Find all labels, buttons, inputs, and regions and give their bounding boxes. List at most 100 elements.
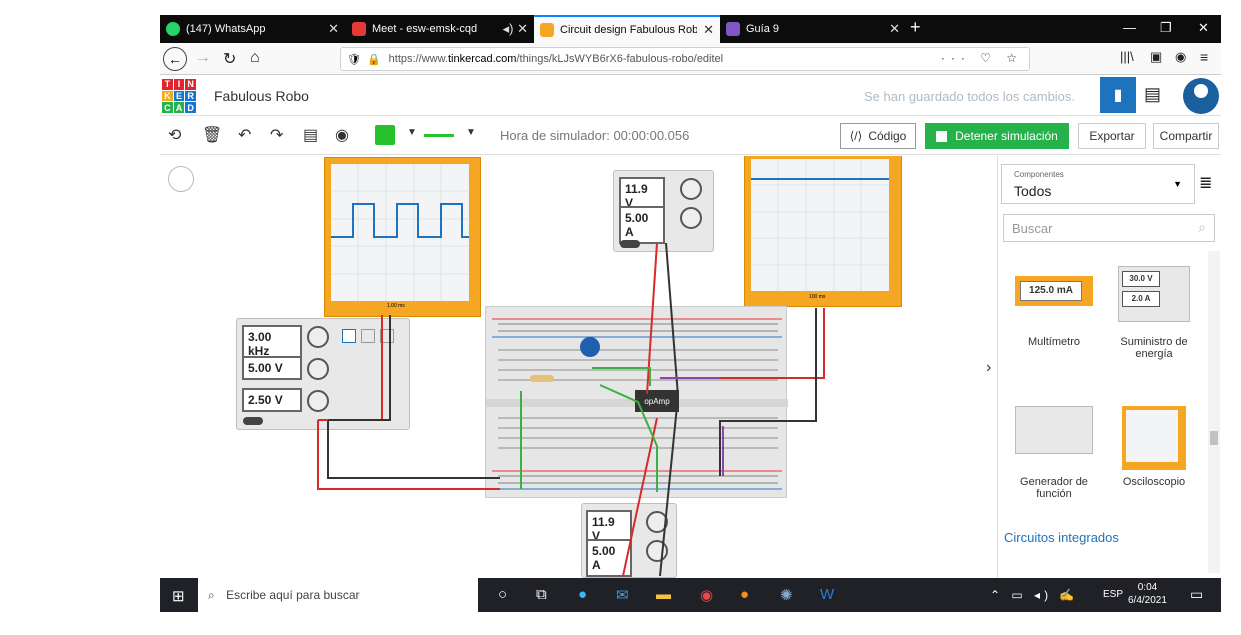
redo-icon[interactable]: ↷	[270, 125, 283, 145]
color-swatch[interactable]	[375, 125, 395, 145]
minimize-icon[interactable]: —	[1123, 20, 1136, 35]
wire-black-osc-right	[719, 308, 817, 476]
windows-taskbar: ⊞ ⌕ Escribe aquí para buscar ○ ⧉ ● ✉ ▬ ◉…	[160, 578, 1221, 612]
multimeter-display: 125.0 mA	[1020, 281, 1082, 301]
back-arrow-icon[interactable]: ←	[163, 47, 187, 71]
circuit-canvas[interactable]: 1.00 ms 3.00 kHz 5.00 V 2.50 V 11.9 V 5.…	[160, 156, 996, 578]
wire-black-left	[327, 420, 500, 479]
list-view-icon[interactable]: ▤	[1144, 84, 1161, 105]
component-power-supply[interactable]: 30.0 V 2.0 A Suministro de energía	[1108, 266, 1200, 360]
components-panel: › Componentes Todos ▼ ≣ Buscar ⌕ 125.0 m…	[986, 156, 1221, 578]
library-icon[interactable]: |||\	[1120, 49, 1134, 64]
wire-black-osc-left	[328, 315, 391, 421]
export-button[interactable]: Exportar	[1078, 123, 1146, 149]
classroom-icon	[726, 22, 740, 36]
screen: (147) WhatsApp ✕ Meet - esw-emsk-cqd ◂) …	[160, 15, 1221, 612]
tinkercad-icon	[540, 23, 554, 37]
close-tab-icon[interactable]: ✕	[889, 21, 900, 37]
components-select[interactable]: Componentes Todos ▼	[1001, 164, 1195, 204]
system-tray[interactable]: ⌃ ▭ ◂) ✍	[990, 588, 1078, 602]
stop-icon	[936, 130, 948, 142]
app-header: T I N K E R C A D Fabulous Robo Se han g…	[160, 76, 1221, 116]
sidebar-icon[interactable]: ▣	[1150, 49, 1162, 65]
sim-time: Hora de simulador: 00:00:00.056	[500, 128, 690, 143]
wire-red-top	[646, 242, 658, 395]
explorer-icon[interactable]: ▬	[656, 586, 671, 603]
reload-icon[interactable]: ↻	[223, 49, 236, 69]
wire-black-top	[659, 242, 680, 577]
tab-tinkercad[interactable]: Circuit design Fabulous Robo | ✕	[534, 15, 720, 43]
saved-status: Se han guardado todos los cambios.	[864, 89, 1076, 104]
notes-icon[interactable]: ▤	[303, 125, 318, 145]
chrome-icon[interactable]: ◉	[700, 586, 713, 604]
task-view-icon[interactable]: ⧉	[536, 586, 547, 603]
url-prefix: https://www.	[388, 53, 448, 65]
share-button[interactable]: Compartir	[1153, 123, 1219, 149]
close-tab-icon[interactable]: ✕	[703, 22, 714, 38]
wires	[317, 242, 825, 577]
tab-whatsapp[interactable]: (147) WhatsApp ✕	[160, 15, 345, 43]
wire-green-mid	[599, 384, 658, 492]
word-icon[interactable]: W	[820, 586, 834, 603]
network-app-icon[interactable]: ✺	[780, 586, 793, 604]
browser-tab-bar: (147) WhatsApp ✕ Meet - esw-emsk-cqd ◂) …	[160, 15, 1221, 43]
whatsapp-icon	[166, 22, 180, 36]
component-multimeter[interactable]: 125.0 mA Multímetro	[1008, 276, 1100, 348]
component-function-generator[interactable]: Generador de función	[1008, 406, 1100, 500]
home-icon[interactable]: ⌂	[250, 49, 260, 67]
windows-start-icon[interactable]: ⊞	[172, 587, 185, 605]
close-window-icon[interactable]: ✕	[1198, 20, 1209, 36]
wire-green-top	[592, 367, 651, 386]
cortana-icon[interactable]: ○	[498, 586, 507, 603]
firefox-icon[interactable]: ●	[740, 586, 749, 603]
search-icon: ⌕	[1198, 219, 1206, 235]
undo-icon[interactable]: ↶	[238, 125, 251, 145]
menu-icon[interactable]: ≡	[1200, 49, 1208, 65]
clock[interactable]: 0:04 6/4/2021	[1128, 581, 1167, 607]
forward-arrow-icon[interactable]: →	[195, 49, 211, 67]
tab-guia9[interactable]: Guía 9 ✕	[720, 15, 906, 43]
tinkercad-logo[interactable]: T I N K E R C A D	[162, 79, 196, 113]
editor-toolbar: ⟲ 🗑 ↶ ↷ ▤ ◉ ▼ ▼ Hora de simulador: 00:00…	[160, 117, 1221, 155]
section-integrated-circuits[interactable]: Circuitos integrados	[1004, 530, 1119, 545]
chevron-down-icon[interactable]: ▼	[407, 127, 417, 138]
wire-red-osc-left	[318, 315, 383, 421]
url-domain: tinkercad.com	[447, 53, 517, 65]
circuit-view-button[interactable]: ▮	[1100, 77, 1136, 113]
project-title[interactable]: Fabulous Robo	[214, 88, 309, 104]
delete-icon[interactable]: 🗑	[202, 125, 222, 145]
meet-icon	[352, 22, 366, 36]
avatar[interactable]	[1183, 78, 1219, 114]
url-bar[interactable]: 🛡 🔒 https://www.tinkercad.com/things/kLJ…	[340, 47, 1030, 71]
language-indicator[interactable]: ESP	[1103, 589, 1123, 600]
chevron-down-icon: ▼	[1173, 179, 1182, 189]
lock-icon: 🔒	[366, 53, 381, 66]
list-view-icon[interactable]: ≣	[1199, 173, 1212, 193]
chevron-right-icon[interactable]: ›	[986, 359, 1000, 385]
url-path: /things/kLJsWYB6rX6-fabulous-robo/editel	[516, 53, 724, 65]
code-button[interactable]: ⟨/⟩ Código	[840, 123, 916, 149]
restore-icon[interactable]: ❐	[1160, 20, 1172, 36]
component-search[interactable]: Buscar ⌕	[1003, 214, 1215, 242]
page-actions-icons[interactable]: ··· ♡ ☆	[941, 51, 1023, 65]
rotate-icon[interactable]: ⟲	[168, 125, 181, 145]
audio-close-icons[interactable]: ◂) ✕	[503, 21, 528, 37]
stop-simulation-button[interactable]: Detener simulación	[925, 123, 1069, 149]
mail-icon[interactable]: ✉	[616, 586, 629, 604]
wire-red-osc-right	[690, 308, 825, 379]
chevron-down-icon[interactable]: ▼	[466, 127, 476, 138]
shield-icon: 🛡	[347, 53, 361, 66]
tab-meet[interactable]: Meet - esw-emsk-cqd ◂) ✕	[346, 15, 534, 43]
account-icon[interactable]: ◉	[1175, 49, 1186, 65]
code-icon: ⟨/⟩	[849, 129, 863, 143]
new-tab-icon[interactable]: +	[910, 17, 921, 38]
notification-icon[interactable]: ▭	[1190, 586, 1203, 603]
component-oscilloscope[interactable]: Osciloscopio	[1108, 406, 1200, 488]
wire-type-swatch[interactable]	[424, 134, 454, 137]
eye-icon[interactable]: ◉	[335, 125, 349, 145]
close-tab-icon[interactable]: ✕	[328, 21, 339, 37]
taskbar-search[interactable]: ⌕ Escribe aquí para buscar	[198, 578, 478, 612]
wire-red-bottom	[622, 417, 658, 577]
panel-scrollbar[interactable]	[1208, 251, 1220, 573]
edge-icon[interactable]: ●	[578, 586, 587, 603]
